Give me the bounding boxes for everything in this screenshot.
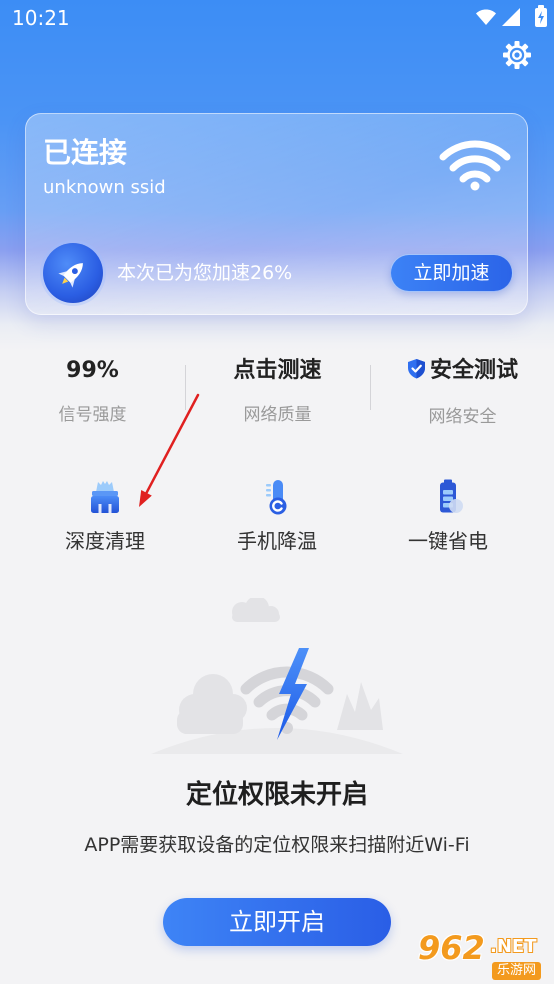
- gear-icon[interactable]: [502, 40, 532, 70]
- tool-deep-clean[interactable]: 深度清理: [20, 478, 190, 554]
- enable-location-button[interactable]: 立即开启: [163, 898, 391, 946]
- wifi-status-icon: [476, 9, 496, 25]
- signal-strength-value: 99%: [66, 358, 119, 383]
- stat-signal-strength: 99% 信号强度: [0, 356, 185, 426]
- security-test-text[interactable]: 安全测试: [430, 358, 518, 383]
- speed-test-value[interactable]: 点击测速: [185, 356, 370, 386]
- connection-status: 已连接: [43, 136, 128, 169]
- watermark-number: 962: [418, 929, 485, 967]
- tool-power-saving[interactable]: 一键省电: [363, 478, 533, 554]
- watermark-name: 乐游网: [492, 962, 542, 980]
- deep-clean-label: 深度清理: [65, 529, 145, 553]
- broom-icon: [86, 478, 124, 516]
- status-time: 10:21: [12, 6, 70, 30]
- boost-status-text: 本次已为您加速26%: [117, 262, 293, 284]
- stat-security-test[interactable]: 安全测试 网络安全: [370, 356, 554, 428]
- thermometer-icon: [258, 478, 296, 516]
- location-title: 定位权限未开启: [185, 780, 368, 810]
- network-security-label: 网络安全: [428, 407, 497, 427]
- phone-cooling-label: 手机降温: [237, 529, 317, 553]
- wifi-icon: [438, 138, 512, 192]
- boost-button[interactable]: 立即加速: [390, 254, 513, 292]
- watermark-domain: .NET: [490, 936, 537, 957]
- power-saving-label: 一键省电: [408, 529, 488, 553]
- battery-status-icon: [535, 5, 547, 27]
- tool-phone-cooling[interactable]: 手机降温: [192, 478, 362, 554]
- security-test-value[interactable]: 安全测试: [370, 356, 554, 388]
- shield-icon: [407, 358, 426, 388]
- signal-icon: [502, 8, 520, 26]
- network-quality-label: 网络质量: [243, 405, 312, 425]
- rocket-icon: [43, 243, 103, 303]
- stat-speed-test[interactable]: 点击测速 网络质量: [185, 356, 370, 426]
- status-bar: 10:21: [0, 0, 554, 36]
- location-description: APP需要获取设备的定位权限来扫描附近Wi-Fi: [84, 834, 470, 856]
- watermark-logo: 962 .NET 乐游网: [414, 930, 552, 982]
- connection-card: 已连接 unknown ssid 本次已为您加速26% 立即加速: [25, 113, 528, 315]
- battery-icon: [429, 478, 467, 516]
- ssid-label: unknown ssid: [43, 177, 166, 198]
- wifi-lightning-illustration: [147, 596, 407, 758]
- signal-strength-label: 信号强度: [58, 405, 127, 425]
